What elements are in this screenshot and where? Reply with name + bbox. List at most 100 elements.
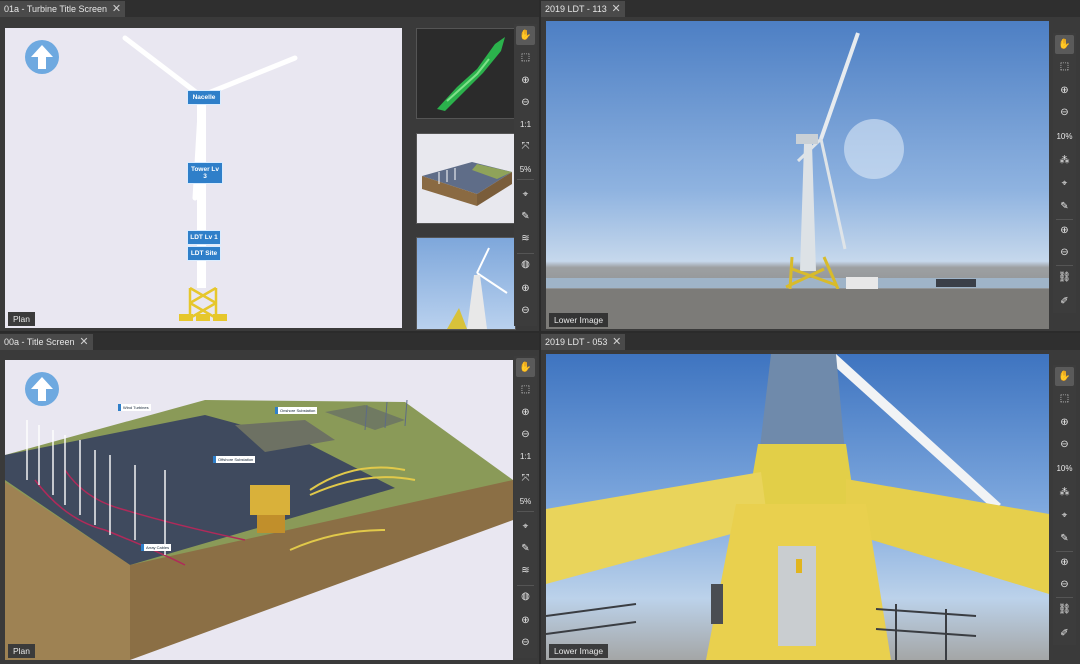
zoom-in-icon[interactable]: ⊕ (1055, 413, 1074, 432)
minus-circle-icon[interactable]: ⊖ (1055, 575, 1074, 594)
fit-icon[interactable]: ⤧ (516, 137, 535, 156)
minus-circle-icon[interactable]: ⊖ (516, 301, 535, 320)
target-icon[interactable]: ⌖ (1055, 506, 1074, 525)
view-mode-badge[interactable]: Plan (8, 644, 36, 658)
turbine-base-photo (546, 354, 1049, 660)
thumbnail-site-3d[interactable] (416, 133, 516, 224)
toolbar-divider (1056, 265, 1073, 266)
windfarm-3d-model (5, 399, 513, 660)
tab-2019-ldt-113[interactable]: 2019 LDT - 113 ✕ (541, 1, 625, 17)
thumbnail-point-cloud[interactable] (416, 28, 516, 119)
target-icon[interactable]: ⌖ (516, 517, 535, 536)
turbine-photo (546, 32, 1049, 329)
globe-icon[interactable]: ◍ (516, 587, 535, 606)
plus-circle-icon[interactable]: ⊕ (516, 611, 535, 630)
zoom-level: 5% (519, 165, 532, 174)
zoom-out-icon[interactable]: ⊖ (1055, 435, 1074, 454)
array-cables-callout[interactable]: Array Cables (141, 544, 172, 551)
tower-label[interactable]: Tower Lv 3 (187, 162, 223, 184)
globe-icon[interactable]: ◍ (516, 255, 535, 274)
select-box-icon[interactable]: ⬚ (1055, 57, 1074, 76)
select-box-icon[interactable]: ⬚ (516, 380, 535, 399)
thumbnail-turbine-photo[interactable] (416, 237, 516, 330)
view-mode-badge[interactable]: Lower Image (549, 644, 609, 658)
measure-icon[interactable]: ✎ (1055, 529, 1074, 548)
toolbar-divider (1056, 551, 1073, 552)
photo-viewport[interactable]: Lower Image (546, 354, 1049, 660)
zoom-in-icon[interactable]: ⊕ (516, 71, 535, 90)
tab-label: 2019 LDT - 053 (545, 337, 608, 347)
measure-icon[interactable]: ✎ (516, 539, 535, 558)
onshore-substation-callout[interactable]: Onshore Substation (275, 407, 318, 414)
zoom-level: 10% (1056, 464, 1073, 473)
layers-icon[interactable]: ⁂ (1055, 483, 1074, 502)
tab-bar: 2019 LDT - 113 ✕ (541, 0, 1080, 17)
toolbar-divider (1056, 219, 1073, 220)
one-to-one-button[interactable]: 1:1 (514, 120, 537, 129)
zoom-in-icon[interactable]: ⊕ (1055, 81, 1074, 100)
view-toolbar: ✋ ⬚ ⊕ ⊖ 1:1 ⤧ 5% ⌖ ✎ ≋ ◍ ⊕ ⊖ (514, 24, 537, 326)
toolbar-divider (517, 585, 534, 586)
hand-icon[interactable]: ✋ (1055, 35, 1074, 54)
view-toolbar: ✋ ⬚ ⊕ ⊖ 10% ⁂ ⌖ ✎ ⊕ ⊖ ⛓ ✐ (1053, 365, 1076, 645)
hand-icon[interactable]: ✋ (516, 26, 535, 45)
plus-circle-icon[interactable]: ⊕ (1055, 221, 1074, 240)
panel-turbine-title: 01a - Turbine Title Screen ✕ Nacelle Tow… (0, 0, 539, 331)
measure-icon[interactable]: ✎ (516, 207, 535, 226)
target-icon[interactable]: ⌖ (1055, 174, 1074, 193)
tab-2019-ldt-053[interactable]: 2019 LDT - 053 ✕ (541, 334, 626, 350)
nacelle-label[interactable]: Nacelle (187, 90, 221, 105)
toolbar-divider (517, 511, 534, 512)
edit-icon[interactable]: ✐ (1055, 624, 1074, 643)
photo-viewport[interactable]: Lower Image (546, 21, 1049, 329)
minus-circle-icon[interactable]: ⊖ (516, 633, 535, 652)
tab-bar: 2019 LDT - 053 ✕ (541, 333, 1080, 350)
close-icon[interactable]: ✕ (612, 334, 621, 350)
zoom-in-icon[interactable]: ⊕ (516, 403, 535, 422)
close-icon[interactable]: ✕ (112, 1, 121, 17)
plan-viewport[interactable]: Nacelle Tower Lv 3 LDT Lv 1 LDT Site Pla… (5, 28, 402, 328)
tab-title-screen[interactable]: 00a - Title Screen ✕ (0, 334, 93, 350)
wind-turbines-callout[interactable]: Wind Turbines (118, 404, 151, 411)
zoom-out-icon[interactable]: ⊖ (516, 425, 535, 444)
close-icon[interactable]: ✕ (79, 334, 88, 350)
toolbar-divider (517, 253, 534, 254)
edit-icon[interactable]: ✐ (1055, 292, 1074, 311)
select-box-icon[interactable]: ⬚ (1055, 389, 1074, 408)
view-mode-badge[interactable]: Plan (8, 312, 36, 326)
view-mode-badge[interactable]: Lower Image (549, 313, 609, 327)
close-icon[interactable]: ✕ (612, 1, 621, 17)
tab-label: 01a - Turbine Title Screen (4, 4, 108, 14)
view-toolbar: ✋ ⬚ ⊕ ⊖ 1:1 ⤧ 5% ⌖ ✎ ≋ ◍ ⊕ ⊖ (514, 356, 537, 658)
toolbar-divider (1056, 597, 1073, 598)
plus-circle-icon[interactable]: ⊕ (516, 279, 535, 298)
ldt-lv1-label[interactable]: LDT Lv 1 (187, 230, 221, 245)
tab-bar: 01a - Turbine Title Screen ✕ (0, 0, 539, 17)
minus-circle-icon[interactable]: ⊖ (1055, 243, 1074, 262)
tab-label: 2019 LDT - 113 (545, 4, 607, 14)
measure-icon[interactable]: ✎ (1055, 197, 1074, 216)
layers-icon[interactable]: ≋ (516, 561, 535, 580)
select-box-icon[interactable]: ⬚ (516, 48, 535, 67)
tab-turbine-title-screen[interactable]: 01a - Turbine Title Screen ✕ (0, 1, 126, 17)
tab-label: 00a - Title Screen (4, 337, 75, 347)
view-toolbar: ✋ ⬚ ⊕ ⊖ 10% ⁂ ⌖ ✎ ⊕ ⊖ ⛓ ✐ (1053, 33, 1076, 313)
link-icon[interactable]: ⛓ (1055, 600, 1074, 619)
offshore-substation-callout[interactable]: Offshore Substation (213, 456, 256, 463)
target-icon[interactable]: ⌖ (516, 185, 535, 204)
one-to-one-button[interactable]: 1:1 (514, 452, 537, 461)
link-icon[interactable]: ⛓ (1055, 268, 1074, 287)
fit-icon[interactable]: ⤧ (516, 469, 535, 488)
layers-icon[interactable]: ≋ (516, 229, 535, 248)
hand-icon[interactable]: ✋ (1055, 367, 1074, 386)
zoom-level: 5% (519, 497, 532, 506)
hand-icon[interactable]: ✋ (516, 358, 535, 377)
zoom-out-icon[interactable]: ⊖ (1055, 103, 1074, 122)
zoom-out-icon[interactable]: ⊖ (516, 93, 535, 112)
panel-photo-053: 2019 LDT - 053 ✕ Lower Image ✋ ⬚ ⊕ ⊖ 10%… (541, 333, 1080, 664)
layers-icon[interactable]: ⁂ (1055, 151, 1074, 170)
plus-circle-icon[interactable]: ⊕ (1055, 553, 1074, 572)
toolbar-divider (517, 179, 534, 180)
plan-viewport[interactable]: Wind Turbines Onshore Substation Offshor… (5, 360, 513, 660)
ldt-site-label[interactable]: LDT Site (187, 246, 221, 261)
